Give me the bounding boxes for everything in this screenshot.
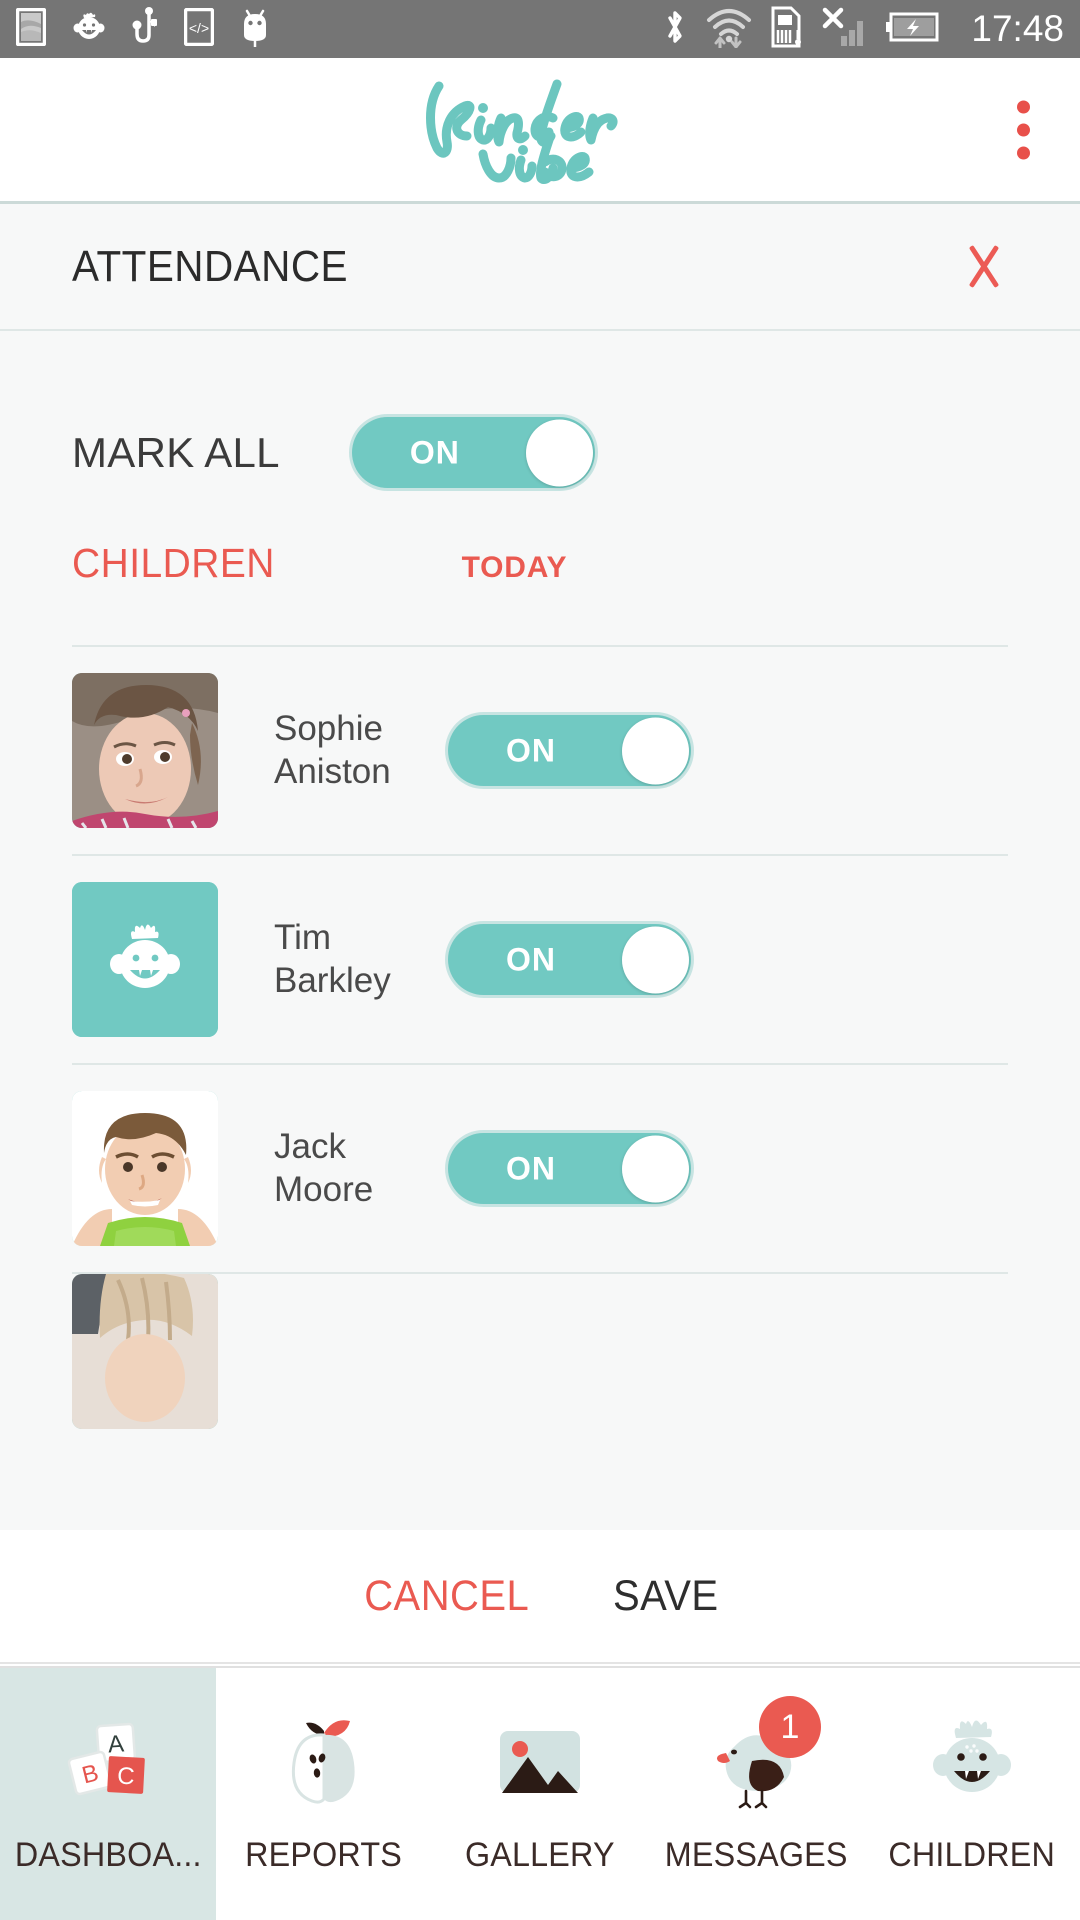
bottom-navigation: A B C DASHBOA... REPORTS GALLERY 1 MESSA… — [0, 1666, 1080, 1920]
attendance-list: Sophie Aniston ON Tim Barkley ON Jack Mo… — [72, 645, 1008, 1429]
child-first-name: Jack — [274, 1126, 346, 1166]
mark-all-label: MARK ALL — [72, 428, 280, 476]
child-name: Sophie Aniston — [274, 708, 424, 793]
dialog-body: MARK ALL ON CHILDREN TODAY Sophie Anisto… — [0, 331, 1080, 1664]
avatar — [72, 1274, 218, 1429]
bluetooth-icon — [663, 7, 687, 52]
usb-icon — [132, 6, 158, 52]
status-bar-left-icons: </> — [15, 6, 270, 52]
avatar — [72, 882, 218, 1037]
screenshot-icon — [15, 7, 47, 51]
nav-label: DASHBOA... — [14, 1836, 202, 1874]
mark-all-toggle[interactable]: ON — [351, 417, 595, 488]
attendance-toggle[interactable]: ON — [448, 715, 691, 786]
overflow-dot — [1017, 146, 1030, 159]
developer-code-icon: </> — [183, 7, 215, 51]
nav-label: CHILDREN — [888, 1836, 1056, 1874]
child-last-name: Barkley — [274, 960, 391, 1000]
nav-item-gallery[interactable]: GALLERY — [432, 1668, 648, 1920]
app-bar — [0, 58, 1080, 201]
dialog-title: ATTENDANCE — [72, 241, 348, 291]
dialog-header: ATTENDANCE — [0, 204, 1080, 331]
nav-label: GALLERY — [465, 1836, 615, 1874]
child-last-name: Moore — [274, 1169, 374, 1209]
toggle-knob — [622, 1135, 689, 1202]
child-first-name: Tim — [274, 917, 332, 957]
svg-text:A: A — [107, 1730, 125, 1758]
toggle-state-label: ON — [409, 434, 460, 470]
nav-item-dashboard[interactable]: A B C DASHBOA... — [0, 1668, 216, 1920]
toggle-state-label: ON — [506, 732, 556, 768]
attendance-toggle[interactable]: ON — [448, 1133, 691, 1204]
child-first-name: Sophie — [274, 708, 383, 748]
overflow-dot — [1017, 100, 1030, 113]
android-icon — [240, 7, 270, 52]
nav-item-messages[interactable]: 1 MESSAGES — [648, 1668, 864, 1920]
status-bar-clock: 17:48 — [971, 8, 1064, 49]
wifi-icon — [705, 6, 753, 53]
attendance-row[interactable]: Sophie Aniston ON — [72, 645, 1008, 854]
svg-text:C: C — [117, 1763, 136, 1791]
messages-badge: 1 — [759, 1696, 821, 1758]
column-header-children: CHILDREN — [72, 540, 275, 586]
sim-card-alert-icon — [771, 6, 803, 53]
battery-charging-icon — [885, 10, 941, 49]
nav-item-children[interactable]: CHILDREN — [864, 1668, 1080, 1920]
attendance-row[interactable] — [72, 1272, 1008, 1429]
status-bar-right-icons: 17:48 — [663, 6, 1064, 53]
overflow-menu-button[interactable] — [1009, 92, 1038, 167]
signal-no-service-icon — [821, 6, 867, 53]
child-last-name: Aniston — [274, 751, 391, 791]
attendance-toggle[interactable]: ON — [448, 924, 691, 995]
nav-label: REPORTS — [245, 1836, 403, 1874]
child-name: Tim Barkley — [274, 917, 424, 1002]
child-name — [274, 1330, 424, 1373]
image-icon — [481, 1704, 599, 1822]
attendance-row[interactable]: Tim Barkley ON — [72, 854, 1008, 1063]
toggle-state-label: ON — [506, 941, 556, 977]
toggle-state-label: ON — [506, 1150, 556, 1186]
mark-all-row: MARK ALL ON — [72, 331, 1008, 488]
status-bar: </> 17:48 — [0, 0, 1080, 58]
baby-face-icon — [913, 1704, 1031, 1822]
attendance-row[interactable]: Jack Moore ON — [72, 1063, 1008, 1272]
app-logo — [417, 70, 657, 190]
svg-text:</>: </> — [189, 20, 209, 36]
column-headers: CHILDREN TODAY — [72, 540, 1008, 587]
toggle-knob — [622, 717, 689, 784]
avatar — [72, 673, 218, 828]
column-header-today: TODAY — [461, 551, 568, 584]
close-icon[interactable] — [948, 231, 1020, 303]
nav-label: MESSAGES — [664, 1836, 848, 1874]
apple-icon — [265, 1704, 383, 1822]
attendance-dialog: ATTENDANCE MARK ALL ON CHILDREN TODAY So… — [0, 201, 1080, 1664]
toggle-knob — [525, 419, 593, 486]
dialog-actions: CANCEL SAVE — [0, 1530, 1080, 1664]
nav-item-reports[interactable]: REPORTS — [216, 1668, 432, 1920]
avatar — [72, 1091, 218, 1246]
overflow-dot — [1017, 123, 1030, 136]
cancel-button[interactable]: CANCEL — [364, 1572, 529, 1621]
bird-icon: 1 — [697, 1696, 821, 1822]
abc-blocks-icon: A B C — [49, 1704, 167, 1822]
baby-face-icon — [72, 11, 106, 48]
toggle-knob — [622, 926, 689, 993]
child-name: Jack Moore — [274, 1126, 424, 1211]
save-button[interactable]: SAVE — [613, 1572, 719, 1621]
